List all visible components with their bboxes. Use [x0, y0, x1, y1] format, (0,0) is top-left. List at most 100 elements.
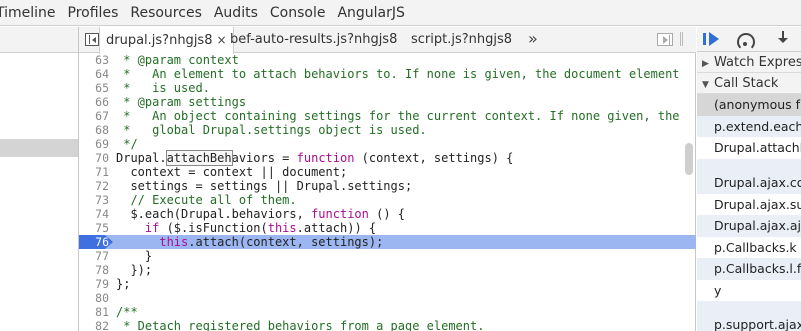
file-tab-bef-auto-results[interactable]: bef-auto-results.js?nhgjs8 [230, 27, 397, 53]
keyword: if [144, 221, 160, 235]
code-text: * global Drupal.settings object is used. [116, 123, 427, 137]
editor-scrollbar[interactable] [682, 53, 696, 331]
code-text: settings = settings || Drupal.settings; [116, 179, 413, 193]
search-match-highlight: attachBeh [165, 150, 233, 166]
panel-tab-bar: Timeline Profiles Resources Audits Console An… [0, 0, 801, 26]
call-stack-frame[interactable]: p.Callbacks.k [697, 236, 801, 258]
watch-expressions-label: Watch Expressions [714, 55, 801, 70]
line-number[interactable]: 68 [79, 123, 109, 137]
code-text: }); [116, 263, 153, 277]
code-text: /** [116, 305, 138, 319]
call-stack-frame[interactable]: Drupal.ajax.success [697, 193, 801, 215]
code-text: if ($.isFunction(this.attach)) { [144, 221, 377, 235]
navigator-toolbar [0, 27, 78, 53]
code-line: 74 $.each(Drupal.behaviors, function () … [79, 207, 696, 221]
code-line: 75 if ($.isFunction(this.attach)) { [79, 221, 696, 235]
line-number[interactable]: 74 [79, 207, 109, 221]
line-number[interactable]: 76 [79, 235, 109, 249]
keyword: this [267, 221, 297, 235]
call-stack-frame[interactable]: p.extend.each [697, 115, 801, 137]
call-stack-frame[interactable]: Drupal.ajax.ajax.options.success [697, 215, 801, 237]
call-stack-frame[interactable]: (anonymous function) [697, 94, 801, 116]
code-text: context = context || document; [116, 165, 348, 179]
panel-tab-audits[interactable]: Audits [208, 0, 264, 25]
code-text: } [116, 249, 153, 263]
line-number[interactable]: 67 [79, 109, 109, 123]
line-number[interactable]: 69 [79, 137, 109, 151]
line-number[interactable]: 75 [79, 221, 109, 235]
debugger-toolbar [697, 27, 801, 52]
toggle-debugger-icon[interactable] [657, 33, 673, 46]
line-number[interactable]: 72 [79, 179, 109, 193]
close-tab-icon[interactable]: × [216, 33, 226, 47]
call-stack-frame[interactable]: p.support.ajax.send [697, 301, 801, 331]
line-number[interactable]: 65 [79, 81, 109, 95]
line-number[interactable]: 66 [79, 95, 109, 109]
code-line: 79}; [79, 277, 696, 291]
code-text: // Execute all of them. [116, 193, 297, 207]
line-number[interactable]: 81 [79, 305, 109, 319]
call-stack-list: (anonymous function)p.extend.eachDrupal.… [697, 94, 801, 331]
code-text: $.each(Drupal.behaviors, function () { [116, 207, 405, 221]
call-stack-frame[interactable]: Drupal.attachBehaviors [697, 137, 801, 159]
line-number[interactable]: 82 [79, 319, 109, 331]
call-stack-frame[interactable]: Drupal.ajax.commands.insert [697, 158, 801, 194]
code-text: * is used. [116, 81, 210, 95]
step-into-icon[interactable] [777, 31, 791, 47]
resume-icon[interactable] [703, 32, 721, 46]
line-number[interactable]: 78 [79, 263, 109, 277]
step-over-icon[interactable] [737, 33, 755, 51]
code-text: * @param context [116, 53, 239, 67]
keyword: this [159, 235, 189, 249]
code-line: 70 Drupal.attachBehaviors = function (con… [79, 150, 696, 166]
code-line: 67 * An object containing settings for t… [79, 109, 696, 123]
more-tabs-chevron-icon[interactable]: » [528, 27, 538, 51]
code-text: }; [116, 277, 131, 291]
code-line: 80 [79, 291, 696, 305]
code-line: 77 } [79, 249, 696, 263]
file-tab-script[interactable]: script.js?nhgjs8 [411, 27, 512, 53]
file-tab-drupal[interactable]: drupal.js?nhgjs8 × [99, 27, 234, 54]
code-text: */ [116, 137, 138, 151]
line-number[interactable]: 77 [79, 249, 109, 263]
watch-expressions-header[interactable]: ▶ Watch Expressions [697, 52, 801, 73]
debugger-sidebar: ▶ Watch Expressions ▼ Call Stack (anonymou… [697, 27, 801, 331]
panel-tab-timeline[interactable]: Timeline [0, 0, 62, 25]
line-number[interactable]: 64 [79, 67, 109, 81]
code-line: 73 // Execute all of them. [79, 193, 696, 207]
panel-tab-resources[interactable]: Resources [124, 0, 208, 25]
sources-navigator [0, 27, 79, 331]
file-tab-label: script.js?nhgjs8 [411, 32, 513, 47]
line-number[interactable]: 80 [79, 291, 109, 305]
line-number[interactable]: 73 [79, 193, 109, 207]
code-text: * An object containing settings for the … [116, 109, 680, 123]
scrollbar-thumb[interactable] [685, 143, 693, 175]
code-line: 81 /** [79, 305, 696, 319]
toggle-navigator-icon[interactable] [85, 33, 99, 46]
panel-tab-console[interactable]: Console [264, 0, 332, 25]
call-stack-label: Call Stack [714, 76, 779, 91]
code-view[interactable]: 63 * @param context 64 * An element to at… [79, 53, 696, 331]
panel-tab-profiles[interactable]: Profiles [62, 0, 125, 25]
navigator-selected-item[interactable] [0, 139, 78, 157]
code-text: this.attach(context, settings); [159, 235, 384, 249]
code-line: 82 * Detach registered behaviors from a … [79, 319, 696, 331]
line-number[interactable]: 63 [79, 53, 109, 67]
call-stack-frame[interactable]: y [697, 279, 801, 301]
code-line: 71 context = context || document; [79, 165, 696, 179]
file-tab-label: bef-auto-results.js?nhgjs8 [230, 32, 398, 47]
code-line: 64 * An element to attach behaviors to. … [79, 67, 696, 81]
code-line: 65 * is used. [79, 81, 696, 95]
line-number[interactable]: 70 [79, 151, 109, 165]
call-stack-frame[interactable]: p.Callbacks.l.fireWith [697, 258, 801, 280]
expand-triangle-icon: ▶ [702, 59, 709, 69]
keyword: function [296, 151, 355, 165]
keyword: function [311, 207, 369, 221]
file-tab-bar: drupal.js?nhgjs8 × bef-auto-results.js?nh… [79, 27, 696, 54]
code-line: 78 }); [79, 263, 696, 277]
panel-tab-angularjs[interactable]: AngularJS [331, 0, 410, 25]
file-tab-label: drupal.js?nhgjs8 [106, 33, 213, 48]
line-number[interactable]: 79 [79, 277, 109, 291]
call-stack-header[interactable]: ▼ Call Stack [697, 73, 801, 94]
line-number[interactable]: 71 [79, 165, 109, 179]
